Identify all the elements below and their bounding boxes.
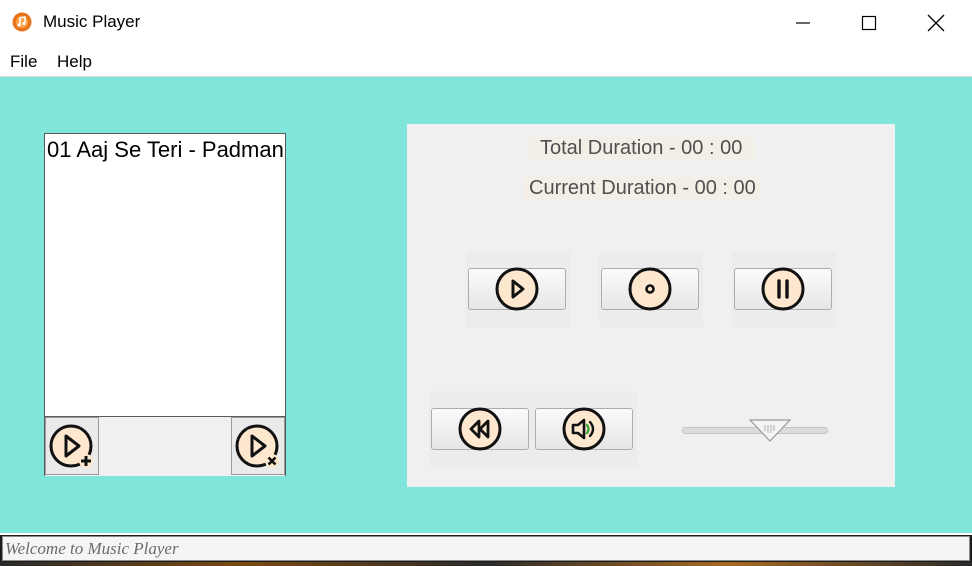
minimize-icon <box>796 22 810 24</box>
menu-help[interactable]: Help <box>57 52 92 72</box>
volume-button[interactable] <box>535 407 633 451</box>
maximize-button[interactable] <box>836 0 902 46</box>
pause-button-wrap <box>732 251 836 327</box>
stop-icon <box>628 267 672 311</box>
remove-song-button[interactable] <box>231 417 285 475</box>
current-duration-label: Current Duration - 00 : 00 <box>524 177 761 200</box>
rewind-icon <box>458 407 502 451</box>
remove-song-icon <box>235 424 279 468</box>
window-title: Music Player <box>43 12 141 31</box>
play-button[interactable] <box>468 267 566 311</box>
volume-icon <box>562 407 606 451</box>
rewind-button[interactable] <box>431 407 529 451</box>
menu-bar: File Help <box>0 46 972 77</box>
close-button[interactable] <box>903 0 969 46</box>
add-song-button[interactable] <box>45 417 99 475</box>
status-bar: Welcome to Music Player <box>0 535 972 566</box>
pause-button[interactable] <box>734 267 832 311</box>
stop-button-wrap <box>599 251 703 327</box>
total-duration-label: Total Duration - 00 : 00 <box>528 137 755 160</box>
play-icon <box>495 267 539 311</box>
play-button-wrap <box>466 251 570 327</box>
minimize-button[interactable] <box>770 0 836 46</box>
maximize-icon <box>861 15 877 31</box>
rewind-volume-wrap <box>429 391 637 467</box>
pause-icon <box>761 267 805 311</box>
stop-button[interactable] <box>601 267 699 311</box>
add-song-icon <box>49 424 93 468</box>
title-bar: Music Player <box>0 0 972 46</box>
playlist-item[interactable]: 01 Aaj Se Teri - Padman <box>47 137 284 163</box>
taskbar-strip <box>0 562 972 566</box>
close-icon <box>927 14 945 32</box>
menu-file[interactable]: File <box>10 52 37 72</box>
music-note-icon <box>12 12 32 32</box>
status-text: Welcome to Music Player <box>2 536 970 561</box>
volume-slider-thumb[interactable] <box>748 419 792 443</box>
